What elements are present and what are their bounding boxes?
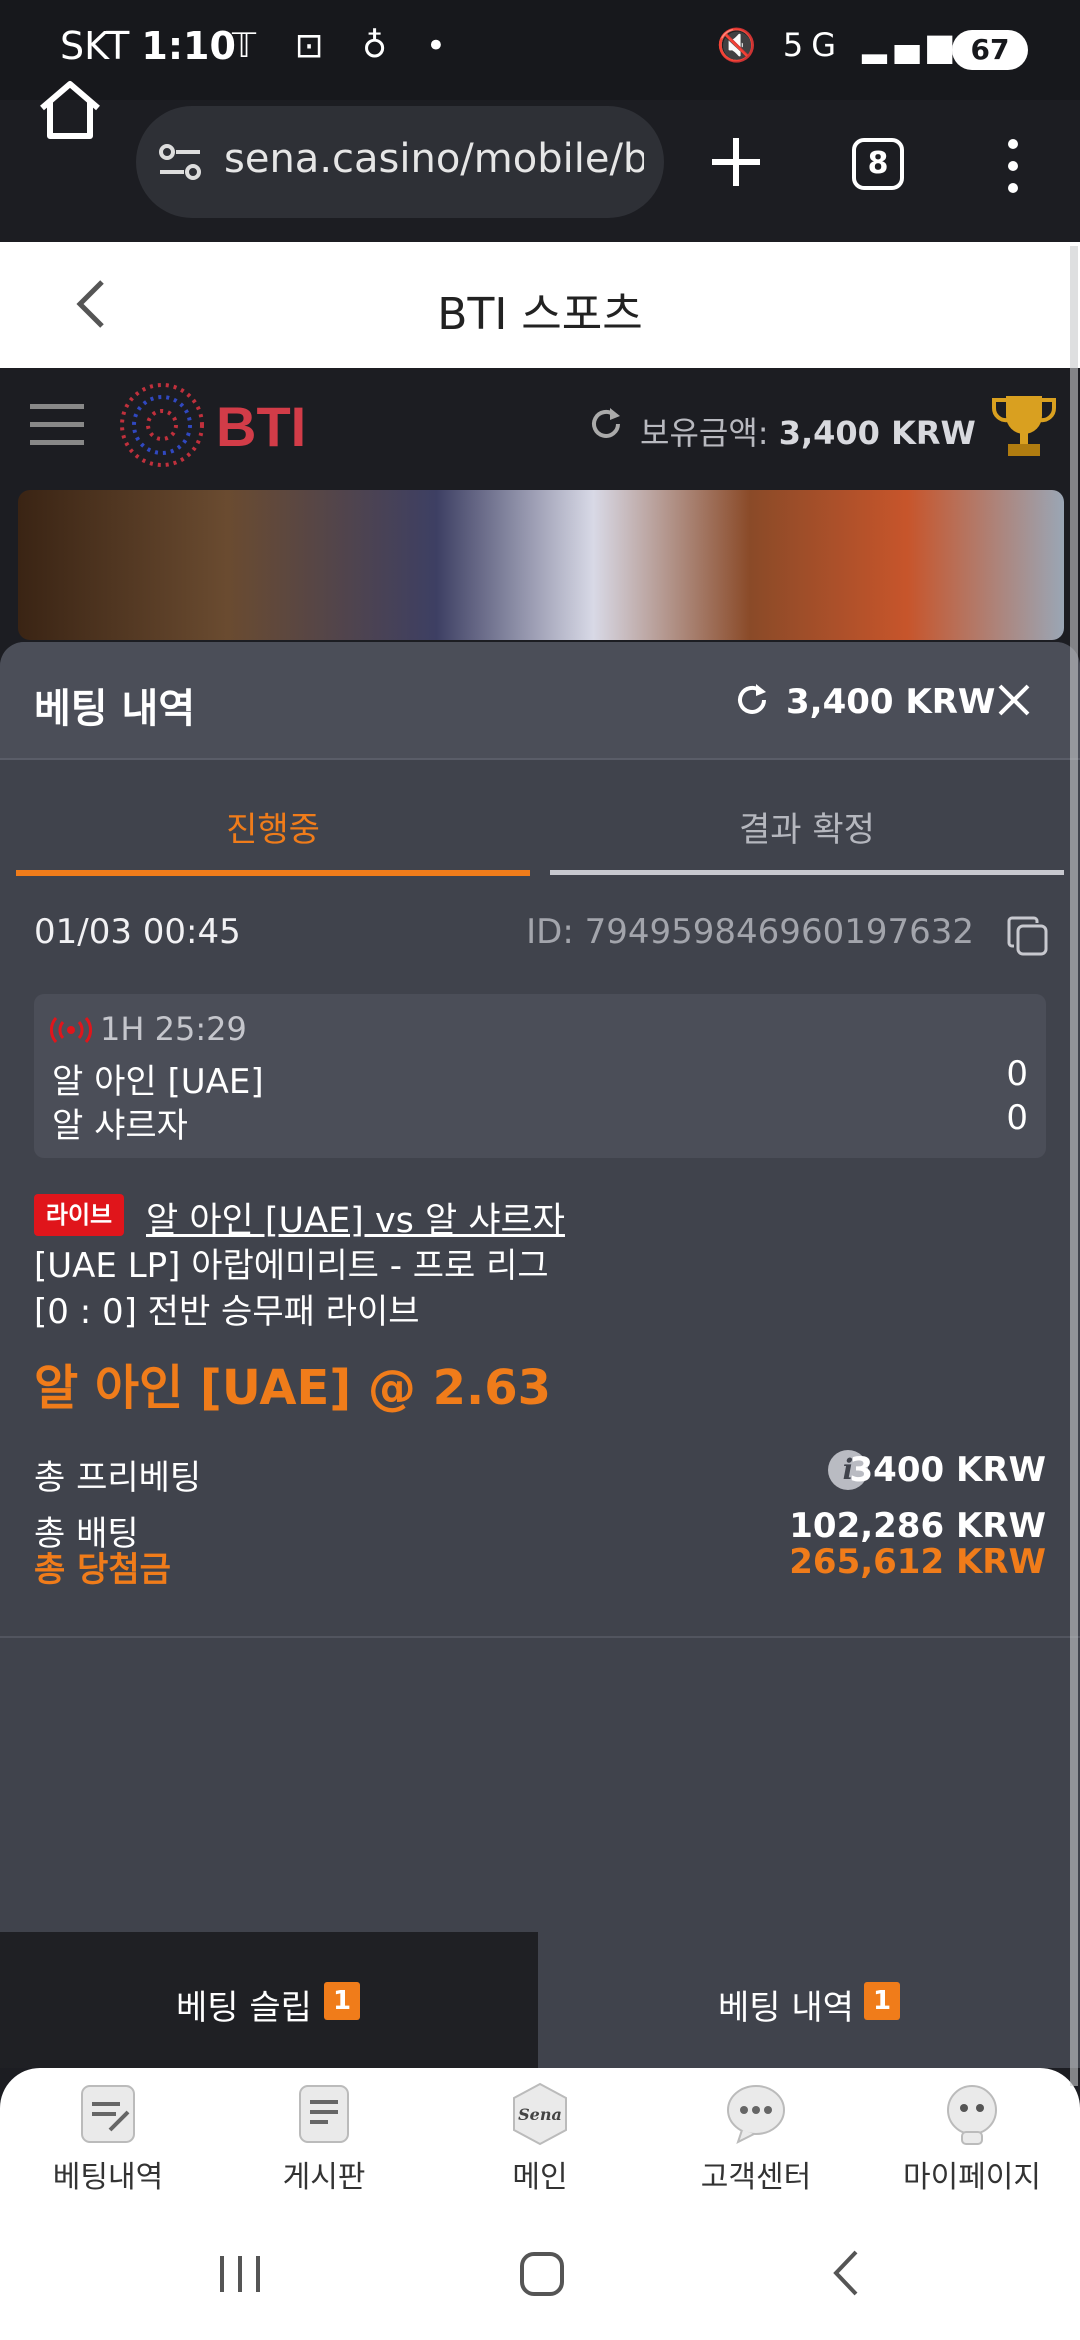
header-balance: 보유금액: 3,400 KRW <box>640 408 976 454</box>
page-titlebar: BTI 스포츠 <box>0 242 1080 368</box>
bet-id: ID: 794959846960197632 <box>526 912 974 952</box>
bti-logo: BTI <box>118 380 348 470</box>
profile-icon <box>947 2085 997 2145</box>
panel-title: 베팅 내역 <box>34 686 196 732</box>
away-score: 0 <box>1006 1098 1028 1138</box>
free-bet-value: 3400 KRW <box>849 1450 1047 1490</box>
status-tabs: 진행중 결과 확정 <box>0 760 1080 888</box>
nav-label: 고객센터 <box>700 2160 812 2195</box>
live-scoreboard: 1H 25:29 알 아인 [UAE] 0 알 샤르자 0 <box>34 994 1046 1158</box>
close-icon[interactable] <box>996 682 1032 718</box>
market-name: [0 : 0] 전반 승무패 라이브 <box>34 1292 420 1332</box>
live-broadcast-icon <box>50 1017 92 1043</box>
nav-label: 게시판 <box>282 2160 366 2195</box>
home-score: 0 <box>1006 1054 1028 1094</box>
nav-bet-history[interactable]: 베팅내역 <box>0 2082 216 2202</box>
status-notification-icons: 𝕋 ⊡ ♁ • <box>232 26 460 66</box>
nav-label: 메인 <box>512 2160 568 2195</box>
promo-banner[interactable] <box>18 490 1064 640</box>
system-back-icon[interactable] <box>830 2248 860 2298</box>
bet-history-panel: 베팅 내역 3,400 KRW 진행중 결과 확정 01/03 00:45 ID… <box>0 642 1080 1932</box>
address-bar[interactable]: sena.casino/mobile/bti <box>136 106 664 218</box>
hamburger-menu-icon[interactable] <box>30 404 84 446</box>
battery-indicator: 67 <box>952 30 1028 70</box>
bti-globe-icon: BTI <box>120 383 306 467</box>
refresh-balance-icon[interactable] <box>588 406 624 442</box>
refresh-icon[interactable] <box>734 682 770 718</box>
copy-icon[interactable] <box>1006 914 1050 958</box>
new-tab-icon[interactable] <box>706 132 766 192</box>
balance-value: 3,400 KRW <box>778 414 976 452</box>
site-settings-icon[interactable] <box>158 142 202 182</box>
bet-datetime: 01/03 00:45 <box>34 912 241 952</box>
league-name: [UAE LP] 아랍에미리트 - 프로 리그 <box>34 1246 549 1286</box>
trophy-icon[interactable] <box>988 392 1060 460</box>
betslip-count-badge: 1 <box>324 1982 360 2020</box>
tab-in-progress[interactable]: 진행중 <box>16 760 530 884</box>
nav-main[interactable]: Sena 메인 <box>432 2082 648 2202</box>
tab-settled[interactable]: 결과 확정 <box>550 760 1064 884</box>
match-clock: 1H 25:29 <box>100 1010 247 1048</box>
system-navigation-bar <box>0 2208 1080 2340</box>
browser-home-icon[interactable] <box>30 70 110 150</box>
bet-id-value: 794959846960197632 <box>584 912 974 952</box>
card-divider <box>0 1636 1080 1638</box>
total-stake-value: 102,286 KRW <box>789 1506 1046 1546</box>
live-badge: 라이브 <box>34 1194 124 1236</box>
nav-label: 마이페이지 <box>903 2160 1041 2195</box>
bet-history-label: 베팅 내역 <box>718 1988 854 2028</box>
away-team: 알 샤르자 <box>52 1106 188 1146</box>
bet-selection: 알 아인 [UAE] @ 2.63 <box>34 1360 552 1416</box>
logo-text: BTI <box>216 395 306 458</box>
bet-history-tab[interactable]: 베팅 내역 1 <box>538 1932 1080 2068</box>
nav-mypage[interactable]: 마이페이지 <box>864 2082 1080 2202</box>
chat-icon <box>727 2085 785 2144</box>
system-home-button[interactable] <box>520 2252 564 2296</box>
tab-switcher-button[interactable]: 8 <box>852 138 904 190</box>
bet-history-icon <box>81 2085 135 2143</box>
svg-text:Sena: Sena <box>518 2105 562 2124</box>
status-time: SKT 1:10 <box>60 24 236 68</box>
panel-header: 베팅 내역 3,400 KRW <box>0 642 1080 760</box>
page-title: BTI 스포츠 <box>437 289 643 340</box>
balance-label: 보유금액: <box>640 414 769 452</box>
betslip-label: 베팅 슬립 <box>176 1988 312 2028</box>
status-signal-icons: 🔇 5G ▂▄▆ <box>716 26 960 64</box>
bet-history-count-badge: 1 <box>864 1982 900 2020</box>
network-label: 5G <box>782 26 844 64</box>
free-bet-label: 총 프리베팅 <box>34 1458 202 1498</box>
browser-menu-icon[interactable] <box>998 136 1028 196</box>
nav-support[interactable]: 고객센터 <box>648 2082 864 2202</box>
nav-label: 베팅내역 <box>52 2160 164 2195</box>
sena-logo-icon: Sena <box>513 2082 567 2146</box>
tab-underline <box>550 870 1064 875</box>
bottom-navigation: 베팅내역 게시판 Sena 메인 고객센터 마이페이지 <box>0 2068 1080 2208</box>
status-bar: SKT 1:10 𝕋 ⊡ ♁ • 🔇 5G ▂▄▆ 67 <box>0 0 1080 100</box>
match-link[interactable]: 알 아인 [UAE] vs 알 샤르자 <box>146 1192 565 1243</box>
panel-balance: 3,400 KRW <box>786 682 996 722</box>
board-icon <box>299 2085 349 2143</box>
total-payout-label: 총 당첨금 <box>34 1550 171 1590</box>
recent-apps-icon[interactable] <box>218 2254 262 2294</box>
tab-settled-label: 결과 확정 <box>739 810 875 850</box>
page-scrollbar[interactable] <box>1070 246 1078 2086</box>
bet-bottom-tabs: 베팅 슬립 1 베팅 내역 1 <box>0 1932 1080 2068</box>
nav-board[interactable]: 게시판 <box>216 2082 432 2202</box>
tab-in-progress-label: 진행중 <box>226 810 320 850</box>
url-text[interactable]: sena.casino/mobile/bti <box>224 136 644 182</box>
active-tab-indicator <box>16 870 530 876</box>
total-payout-value: 265,612 KRW <box>789 1542 1046 1582</box>
home-team: 알 아인 [UAE] <box>52 1062 264 1102</box>
app-header: BTI 보유금액: 3,400 KRW <box>0 368 1080 482</box>
betslip-tab[interactable]: 베팅 슬립 1 <box>0 1932 538 2068</box>
